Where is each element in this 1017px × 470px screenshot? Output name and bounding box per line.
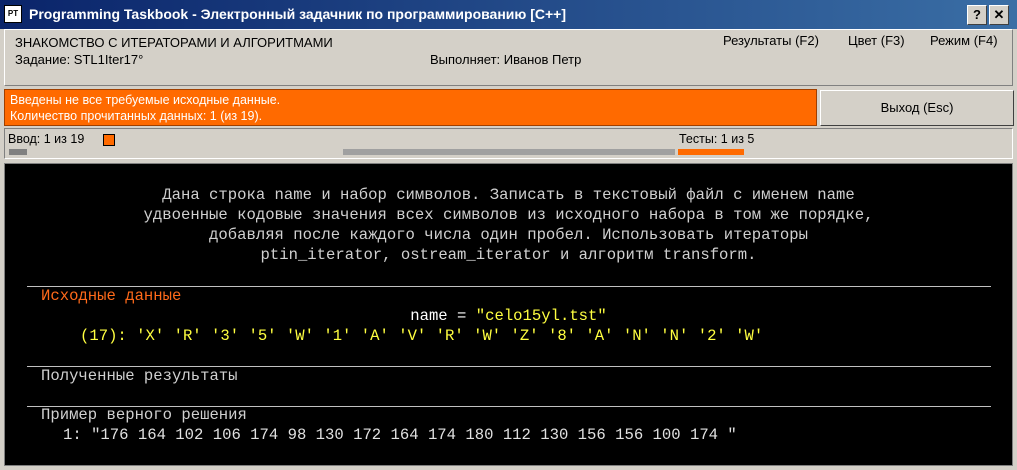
input-section-title: Исходные данные xyxy=(41,287,182,305)
char-value: '8' xyxy=(547,327,577,345)
progress-track xyxy=(343,149,675,155)
executor-name: Выполняет: Иванов Петр xyxy=(430,52,582,67)
sample-output-line: 1: "176 164 102 106 174 98 130 172 164 1… xyxy=(63,426,737,444)
name-input-line: name = "celo15yl.tst" xyxy=(5,307,1012,325)
input-progress-label: Ввод: 1 из 19 xyxy=(8,132,85,146)
char-value: 'R' xyxy=(173,327,202,345)
char-value: '3' xyxy=(211,327,240,345)
char-value: 'W' xyxy=(285,327,314,345)
output-section-title: Полученные результаты xyxy=(41,367,238,385)
char-value: 'X' xyxy=(136,327,165,345)
app-icon: PT xyxy=(4,5,22,23)
title-bar: PT Programming Taskbook - Электронный за… xyxy=(0,0,1017,29)
status-line-1: Введены не все требуемые исходные данные… xyxy=(10,93,281,107)
sample-section-title: Пример верного решения xyxy=(41,406,247,424)
info-panel: ЗНАКОМСТВО С ИТЕРАТОРАМИ И АЛГОРИТМАМИ З… xyxy=(4,29,1013,86)
chars-list: 'X' 'R' '3' '5' 'W' '1' 'A' 'V' 'R' 'W' … xyxy=(127,327,763,345)
task-description: Дана строка name и набор символов. Запис… xyxy=(143,186,874,264)
char-value: 'W' xyxy=(473,327,502,345)
progress-panel: Ввод: 1 из 19 Тесты: 1 из 5 xyxy=(4,128,1013,159)
task-console: Дана строка name и набор символов. Запис… xyxy=(4,163,1013,466)
results-menu-item[interactable]: Результаты (F2) xyxy=(723,33,819,48)
name-label: name = xyxy=(410,307,476,325)
color-menu-item[interactable]: Цвет (F3) xyxy=(848,33,905,48)
char-value: 'Z' xyxy=(510,327,539,345)
input-status-indicator xyxy=(103,134,115,146)
status-line-2: Количество прочитанных данных: 1 (из 19)… xyxy=(10,109,263,123)
char-value: 'R' xyxy=(435,327,464,345)
mode-menu-item[interactable]: Режим (F4) xyxy=(930,33,998,48)
window-title: Programming Taskbook - Электронный задач… xyxy=(29,6,567,22)
status-message-box: Введены не все требуемые исходные данные… xyxy=(4,89,817,126)
char-value: '2' xyxy=(697,327,726,345)
char-value: 'W' xyxy=(735,327,764,345)
close-button[interactable]: ✕ xyxy=(989,5,1009,25)
char-value: 'V' xyxy=(398,327,427,345)
char-value: 'A' xyxy=(360,327,389,345)
char-value: '5' xyxy=(248,327,277,345)
chars-count: (17): xyxy=(80,327,127,345)
tests-progress-label: Тесты: 1 из 5 xyxy=(679,132,755,146)
chars-input-line: (17): 'X' 'R' '3' '5' 'W' '1' 'A' 'V' 'R… xyxy=(80,327,763,345)
input-progress-bar xyxy=(9,149,27,155)
help-button[interactable]: ? xyxy=(967,5,987,25)
name-value: "celo15yl.tst" xyxy=(475,307,607,325)
exit-button[interactable]: Выход (Esc) xyxy=(820,90,1014,126)
char-value: 'A' xyxy=(585,327,614,345)
char-value: 'N' xyxy=(622,327,651,345)
topic-title: ЗНАКОМСТВО С ИТЕРАТОРАМИ И АЛГОРИТМАМИ xyxy=(15,35,333,50)
char-value: 'N' xyxy=(660,327,689,345)
task-name: Задание: STL1Iter17° xyxy=(15,52,144,67)
char-value: '1' xyxy=(323,327,352,345)
tests-progress-bar xyxy=(678,149,744,155)
